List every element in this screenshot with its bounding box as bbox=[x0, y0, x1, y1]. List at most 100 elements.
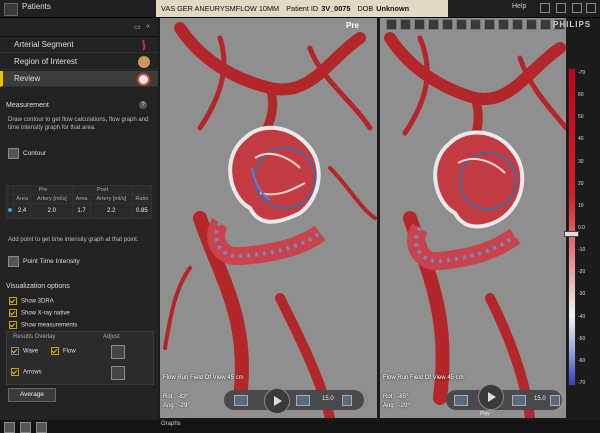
rotate-icon[interactable] bbox=[442, 19, 453, 30]
average-button[interactable]: Average bbox=[8, 388, 56, 402]
row-marker-icon bbox=[6, 203, 14, 219]
fov-overlay-pre: Flow Run Field Of View 45 cm bbox=[163, 375, 244, 381]
help-link[interactable]: Help bbox=[512, 3, 526, 10]
app-logo-icon[interactable] bbox=[4, 3, 18, 16]
speed-button[interactable] bbox=[342, 395, 352, 406]
pointer-icon[interactable] bbox=[386, 19, 397, 30]
collapse-panel-icon[interactable]: « bbox=[146, 23, 150, 30]
measure-icon[interactable] bbox=[456, 19, 467, 30]
color-scale-tick-label: -50 bbox=[578, 335, 586, 342]
viewport-post[interactable]: Flow Run Field Of View 45 cm Rot : -85° … bbox=[380, 18, 566, 418]
play-button[interactable] bbox=[264, 388, 290, 414]
color-scale-tick-label: -30 bbox=[578, 291, 586, 298]
checkbox-label: Wave bbox=[23, 348, 39, 355]
table-column-header: Artery [ml/s] bbox=[30, 194, 74, 204]
angulation-readout-pre: Ang : -29° bbox=[163, 403, 190, 409]
rotation-readout-pre: Rot : -83° bbox=[163, 394, 189, 400]
table-header-spacer bbox=[6, 194, 14, 204]
reset-icon[interactable] bbox=[540, 19, 551, 30]
grid-icon[interactable] bbox=[556, 3, 566, 13]
adjust-arrows-button[interactable] bbox=[111, 366, 125, 380]
checkbox-icon bbox=[51, 347, 59, 355]
color-scale-tick-label: 50 bbox=[578, 114, 584, 121]
color-scale-tick-label: -40 bbox=[578, 313, 586, 320]
show-3dra-checkbox[interactable]: Show 3DRA bbox=[9, 297, 54, 305]
play-label: Play bbox=[480, 411, 490, 417]
color-scale-tick-label: 30 bbox=[578, 158, 584, 165]
graphs-tab[interactable]: Graphs bbox=[161, 421, 181, 427]
question-icon[interactable]: ? bbox=[139, 101, 147, 109]
point-time-intensity-button[interactable]: Point Time Intensity bbox=[8, 256, 80, 267]
table-column-header: Artery [ml/s] bbox=[89, 194, 133, 204]
review-icon bbox=[137, 73, 150, 86]
color-scale-tick-label: 0.0 bbox=[578, 225, 585, 231]
subtract-icon[interactable] bbox=[484, 19, 495, 30]
sidebar-item-arterial-segment[interactable]: Arterial Segment bbox=[0, 37, 158, 53]
top-bar: Patients VAS GER ANEURYSMFLOW 10MM Patie… bbox=[0, 0, 600, 18]
annotate-icon[interactable] bbox=[498, 19, 509, 30]
frame-rate-value: 15.0 bbox=[322, 396, 334, 402]
patients-tab[interactable]: Patients bbox=[22, 2, 51, 11]
key-icon[interactable] bbox=[20, 422, 31, 433]
pan-icon[interactable] bbox=[428, 19, 439, 30]
measurement-description: Draw contour to get flow calculations, f… bbox=[8, 117, 149, 131]
table-header-spacer bbox=[6, 185, 14, 195]
contrast-icon[interactable] bbox=[414, 19, 425, 30]
color-scale-tick-label: 20 bbox=[578, 180, 584, 187]
previous-frame-button[interactable] bbox=[234, 395, 248, 406]
minimize-icon[interactable] bbox=[572, 3, 582, 13]
previous-frame-button[interactable] bbox=[454, 395, 468, 406]
zoom-icon[interactable] bbox=[400, 19, 411, 30]
left-panel: ▭ « Arterial Segment Region of Interest … bbox=[0, 18, 158, 422]
adjust-header: Adjust bbox=[103, 334, 120, 340]
table-cell: 2.0 bbox=[30, 203, 74, 219]
playback-controls-post: Play 15.0 bbox=[446, 384, 562, 417]
vessel-icon bbox=[138, 39, 150, 51]
viewport-pre[interactable]: Pre Flow Run Field Of View 45 cm Rot : -… bbox=[160, 18, 377, 418]
table-group-header-pre: Pre bbox=[12, 185, 74, 195]
layout-icon[interactable] bbox=[512, 19, 523, 30]
contour-icon bbox=[8, 148, 19, 159]
arrows-checkbox[interactable]: Arrows bbox=[11, 368, 42, 376]
contour-button[interactable]: Contour bbox=[8, 148, 46, 159]
wave-checkbox[interactable]: Wave bbox=[11, 347, 38, 355]
viewport-label-pre: Pre bbox=[346, 21, 359, 30]
angiogram-pre-image bbox=[160, 18, 377, 418]
show-xray-native-checkbox[interactable]: Show X-ray native bbox=[9, 309, 70, 317]
adjust-flow-button[interactable] bbox=[111, 345, 125, 359]
roi-tool-icon[interactable] bbox=[470, 19, 481, 30]
table-cell: 2.2 bbox=[89, 203, 133, 219]
export-icon[interactable] bbox=[4, 422, 15, 433]
sidebar-item-review[interactable]: Review bbox=[0, 71, 158, 87]
roi-icon bbox=[138, 56, 150, 68]
bottom-bar bbox=[0, 420, 600, 433]
point-description: Add point to get time intensity graph at… bbox=[8, 237, 139, 243]
table-row[interactable]: 2.4 2.0 1.7 2.2 0.85 bbox=[6, 203, 153, 219]
table-group-header-post: Post bbox=[72, 185, 133, 195]
speed-button[interactable] bbox=[550, 395, 560, 406]
table-cell: 1.7 bbox=[72, 203, 91, 219]
next-frame-button[interactable] bbox=[512, 395, 526, 406]
close-icon[interactable] bbox=[586, 3, 596, 13]
checkbox-label: Show 3DRA bbox=[21, 298, 54, 305]
fov-value: 45 cm bbox=[227, 375, 244, 381]
sidebar-item-label: Region of Interest bbox=[14, 57, 78, 66]
color-scale-tick-label: 10 bbox=[578, 202, 584, 209]
flow-checkbox[interactable]: Flow bbox=[51, 347, 76, 355]
monitor-icon[interactable] bbox=[540, 3, 550, 13]
sidebar-item-region-of-interest[interactable]: Region of Interest bbox=[0, 54, 158, 70]
show-measurements-checkbox[interactable]: Show measurements bbox=[9, 321, 77, 329]
velocity-color-scale bbox=[568, 68, 576, 386]
color-scale-handle[interactable] bbox=[564, 231, 579, 237]
settings-icon[interactable] bbox=[36, 422, 47, 433]
study-title: VAS GER ANEURYSMFLOW 10MM bbox=[161, 4, 280, 13]
panel-header: ▭ « bbox=[0, 18, 158, 37]
color-scale-tick-label: -70 bbox=[578, 380, 586, 386]
export-icon[interactable] bbox=[526, 19, 537, 30]
checkbox-label: Show X-ray native bbox=[21, 310, 70, 317]
play-button[interactable] bbox=[478, 384, 504, 410]
next-frame-button[interactable] bbox=[296, 395, 310, 406]
panel-options-icon[interactable]: ▭ bbox=[134, 23, 141, 31]
measurement-table: Pre Post Area Artery [ml/s] Area Artery … bbox=[6, 185, 153, 219]
checkbox-icon bbox=[9, 309, 17, 317]
